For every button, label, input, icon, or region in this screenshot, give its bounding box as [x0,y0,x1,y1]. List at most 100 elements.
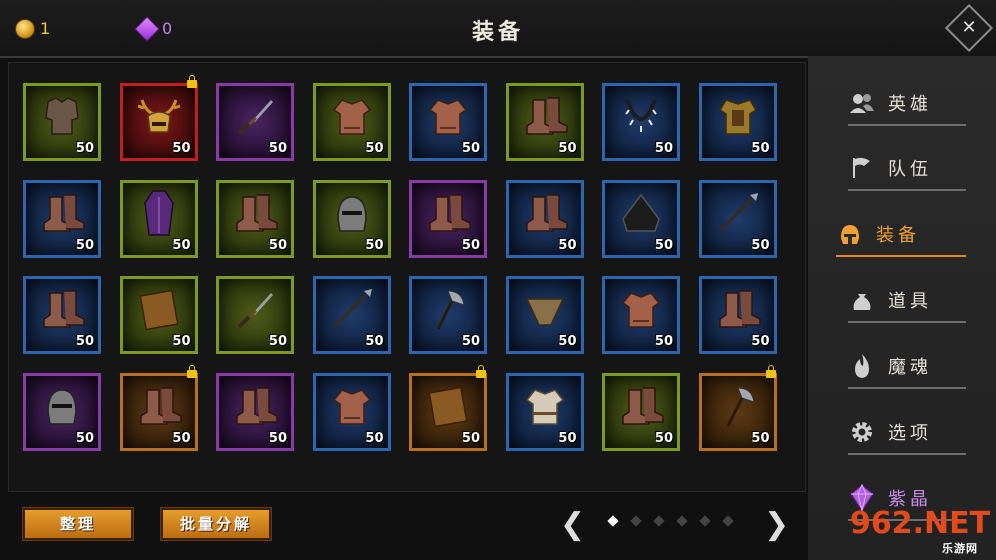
sort-button[interactable]: 整理 [22,507,134,541]
equipment-slot[interactable]: 50 [409,276,487,354]
helmet-icon [328,189,376,241]
leather-armor-icon [617,285,665,337]
item-level: 50 [75,430,94,446]
item-level: 50 [172,237,191,253]
item-level: 50 [654,141,673,156]
equipment-slot[interactable]: 50 [698,276,777,354]
flame-icon [848,354,876,378]
equipment-slot[interactable]: 50 [602,276,680,354]
equipment-slot[interactable]: 50 [698,83,777,161]
robe-icon [135,187,183,243]
leather-armor-icon [424,92,472,144]
heroes-icon [848,91,876,115]
item-level: 50 [751,430,770,446]
hood-icon [617,189,665,241]
boots-icon [519,92,571,144]
item-level: 50 [268,141,287,156]
scarf-icon [521,285,569,337]
page-dot[interactable] [653,515,665,527]
equipment-slot[interactable]: 50 [119,276,198,354]
equipment-slot[interactable]: 50 [23,83,101,161]
page-dot[interactable] [630,515,642,527]
item-level: 50 [75,141,94,156]
equipment-slot[interactable]: 50 [23,179,101,258]
item-level: 50 [461,237,480,253]
boots-icon [36,285,88,337]
axe-icon [714,382,762,434]
equipment-slot[interactable]: 50 [505,179,584,258]
page-title: 装备 [471,20,524,45]
item-level: 50 [365,430,384,446]
item-level: 50 [751,141,770,156]
equipment-slot[interactable]: 50 [119,364,198,451]
item-level: 50 [751,334,770,349]
equipment-slot[interactable]: 50 [505,83,584,161]
watermark-logo: 962.NET 乐游网 [850,506,994,556]
equipment-slot[interactable]: 50 [119,179,198,258]
boots-icon [229,189,281,241]
page-dot[interactable] [607,515,619,527]
leather-armor-icon [328,382,376,434]
equipment-slot[interactable]: 50 [602,83,680,161]
equipment-slot[interactable]: 50 [312,372,391,451]
equipment-slot[interactable]: 50 [602,179,680,258]
equipment-slot[interactable]: 50 [505,372,584,451]
sidebar-item-0[interactable]: 英雄 [848,82,966,126]
page-dot[interactable] [676,515,688,527]
boots-icon [615,382,667,434]
equipment-slot[interactable]: 50 [409,179,487,258]
item-level: 50 [172,334,191,349]
book-icon [135,285,183,337]
item-level: 50 [365,334,384,349]
equipment-slot[interactable]: 50 [698,364,777,451]
bulk-dismantle-button[interactable]: 批量分解 [160,507,272,541]
page-dot[interactable] [699,515,711,527]
bag-icon [848,288,876,312]
lock-icon [765,364,776,378]
item-level: 50 [751,237,770,253]
helmet-icon [836,222,864,246]
equipment-slot[interactable]: 50 [312,83,391,161]
equipment-slot[interactable]: 50 [698,179,777,258]
sidebar-item-label: 选项 [888,423,932,444]
watermark-main: 962.NET [850,506,991,541]
equipment-slot[interactable]: 50 [119,75,198,161]
item-level: 50 [461,430,480,446]
sidebar-item-2[interactable]: 装备 [836,213,966,257]
sidebar-item-5[interactable]: 选项 [848,411,966,455]
equipment-slot[interactable]: 50 [409,364,487,451]
item-level: 50 [558,237,577,253]
equipment-slot[interactable]: 50 [23,276,101,354]
item-level: 50 [75,237,94,253]
sidebar-item-1[interactable]: 队伍 [848,147,966,191]
equipment-slot[interactable]: 50 [216,83,294,161]
item-level: 50 [268,334,287,349]
equipment-slot[interactable]: 50 [216,372,294,451]
leather-armor-icon [328,92,376,144]
dagger-icon [231,285,279,337]
equipment-slot[interactable]: 50 [216,276,294,354]
sidebar-item-label: 英雄 [888,94,932,115]
page-dot[interactable] [722,515,734,527]
next-page-arrow-icon[interactable]: ❯ [764,507,789,542]
top-bar: 1 0 装备 ✕ [0,0,996,58]
sidebar: 英雄 队伍 装备 道具 魔魂 选项 紫晶 [808,56,996,560]
equipment-slot[interactable]: 50 [409,83,487,161]
equipment-slot[interactable]: 50 [23,372,101,451]
equipment-grid: 50 50 50 50 50 50 50 50 50 50 50 50 50 50 50 50 50 50 50 50… [23,75,777,451]
sidebar-item-label: 道具 [888,291,932,312]
item-level: 50 [461,334,480,349]
equipment-slot[interactable]: 50 [216,179,294,258]
equipment-slot[interactable]: 50 [312,276,391,354]
sidebar-item-4[interactable]: 魔魂 [848,345,966,389]
sidebar-item-label: 装备 [876,225,920,246]
sidebar-item-3[interactable]: 道具 [848,279,966,323]
spear-icon [328,285,376,337]
prev-page-arrow-icon[interactable]: ❮ [560,507,585,542]
equipment-slot[interactable]: 50 [505,276,584,354]
item-level: 50 [172,141,191,156]
equipment-slot[interactable]: 50 [312,179,391,258]
flag-icon [848,156,876,180]
item-level: 50 [558,334,577,349]
equipment-slot[interactable]: 50 [602,372,680,451]
